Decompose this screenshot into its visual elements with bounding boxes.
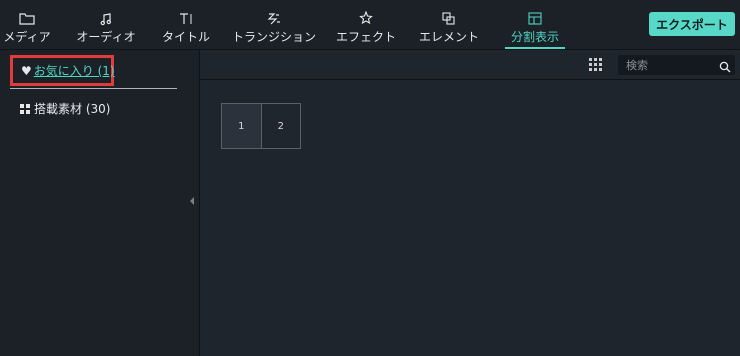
text-icon: [178, 0, 194, 26]
effect-icon: [358, 0, 374, 26]
tab-transition[interactable]: トランジション: [232, 0, 316, 49]
export-button[interactable]: エクスポート: [649, 12, 735, 36]
music-note-icon: [99, 0, 113, 26]
grid-icon: [20, 103, 30, 114]
split-layout-thumbnail[interactable]: 1 2: [221, 103, 301, 149]
tab-effect[interactable]: エフェクト: [336, 0, 396, 49]
search-input[interactable]: [618, 55, 714, 75]
sidebar: ♥ お気に入り (1) 搭載素材 (30): [0, 50, 200, 356]
element-icon: [441, 0, 457, 26]
tab-title[interactable]: タイトル: [162, 0, 211, 49]
tab-media-label: メディア: [3, 30, 51, 44]
tab-split-screen[interactable]: 分割表示: [505, 0, 565, 49]
split-cell-2: 2: [261, 104, 300, 148]
tab-split-screen-label: 分割表示: [510, 30, 559, 44]
heart-icon: ♥: [21, 63, 32, 78]
favorites-label: お気に入り (1): [33, 64, 115, 78]
folder-icon: [19, 0, 35, 26]
top-toolbar: メディア オーディオ タイトル トランジション エフェクト エレメント 分割表示…: [0, 0, 740, 50]
tab-effect-label: エフェクト: [336, 30, 397, 44]
tab-element[interactable]: エレメント: [419, 0, 480, 49]
tab-media[interactable]: メディア: [3, 0, 51, 49]
sidebar-item-label: 搭載素材 (30): [34, 102, 111, 116]
grid-view-icon[interactable]: [589, 58, 602, 71]
sidebar-item-builtin[interactable]: 搭載素材 (30): [20, 100, 110, 117]
tab-audio[interactable]: オーディオ: [76, 0, 136, 49]
split-screen-icon: [527, 0, 543, 26]
transition-icon: [266, 0, 282, 26]
search-box: [618, 55, 735, 75]
search-icon[interactable]: [719, 58, 731, 77]
tab-transition-label: トランジション: [232, 30, 317, 44]
split-cell-1: 1: [222, 104, 262, 148]
tab-title-label: タイトル: [162, 30, 211, 44]
favorites-item[interactable]: ♥ お気に入り (1): [10, 55, 115, 86]
tab-element-label: エレメント: [419, 30, 480, 44]
tab-audio-label: オーディオ: [76, 30, 136, 44]
sidebar-divider: [10, 88, 177, 89]
collapse-sidebar-handle[interactable]: [190, 197, 194, 205]
